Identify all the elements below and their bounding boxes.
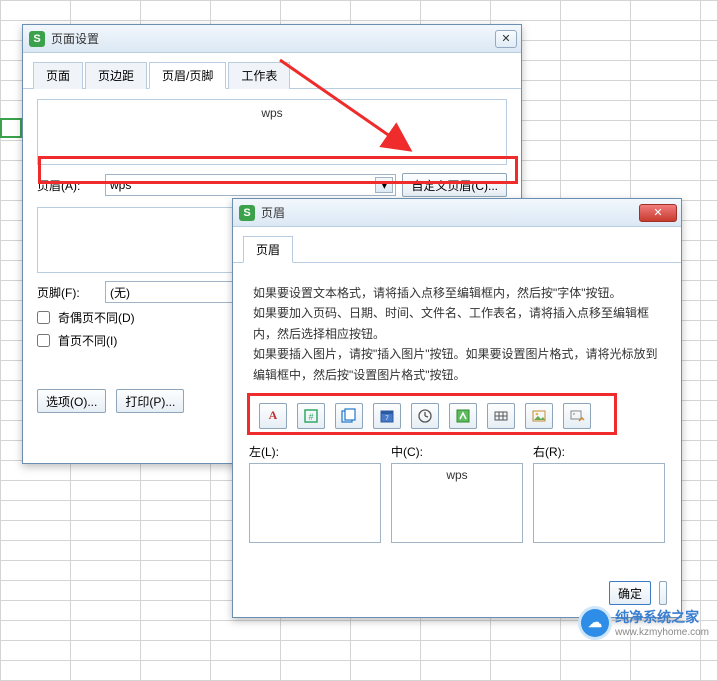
watermark-icon: ☁ — [581, 609, 609, 637]
header-three-columns: 左(L): 中(C): wps 右(R): — [249, 443, 665, 543]
watermark: ☁ 纯净系统之家 www.kzmyhome.com — [581, 607, 709, 638]
page-setup-tabs: 页面 页边距 页眉/页脚 工作表 — [23, 53, 521, 89]
odd-even-diff-label: 奇偶页不同(D) — [58, 309, 135, 326]
close-button[interactable]: ✕ — [639, 204, 677, 222]
first-page-diff-label: 首页不同(I) — [58, 332, 117, 349]
header-label: 页眉(A): — [37, 177, 99, 194]
left-edit-box[interactable] — [249, 463, 381, 543]
ok-button-label: 确定 — [618, 585, 642, 602]
footer-label: 页脚(F): — [37, 284, 99, 301]
instruction-line-2: 如果要加入页码、日期、时间、文件名、工作表名，请将插入点移至编辑框内，然后选择相… — [253, 306, 649, 340]
instruction-line-1: 如果要设置文本格式，请将插入点移至编辑框内，然后按"字体"按钮。 — [253, 286, 622, 300]
right-column: 右(R): — [533, 443, 665, 543]
tab-page[interactable]: 页面 — [33, 62, 83, 89]
header-dialog-footer: 确定 — [609, 581, 667, 605]
header-dialog-titlebar[interactable]: S 页眉 ✕ — [233, 199, 681, 227]
file-path-icon[interactable] — [449, 403, 477, 429]
header-dialog-tabs: 页眉 — [233, 227, 681, 263]
header-select-value: wps — [110, 178, 131, 192]
active-cell-outline — [0, 118, 22, 138]
insert-picture-icon[interactable] — [525, 403, 553, 429]
tab-header[interactable]: 页眉 — [243, 236, 293, 263]
center-column: 中(C): wps — [391, 443, 523, 543]
svg-text:#: # — [308, 412, 313, 422]
left-column: 左(L): — [249, 443, 381, 543]
page-setup-titlebar[interactable]: S 页面设置 ✕ — [23, 25, 521, 53]
header-preview-text: wps — [261, 106, 282, 120]
center-label: 中(C): — [391, 443, 523, 460]
custom-header-button[interactable]: 自定义页眉(C)... — [402, 173, 507, 197]
custom-header-button-label: 自定义页眉(C)... — [411, 177, 498, 194]
font-icon[interactable]: A — [259, 403, 287, 429]
header-toolbar: A # 7 — [249, 395, 665, 437]
format-picture-icon[interactable] — [563, 403, 591, 429]
center-edit-box[interactable]: wps — [391, 463, 523, 543]
wps-app-icon: S — [239, 205, 255, 221]
left-label: 左(L): — [249, 443, 381, 460]
first-page-diff-checkbox[interactable] — [37, 334, 50, 347]
footer-select-value: (无) — [110, 284, 130, 301]
header-dialog: S 页眉 ✕ 页眉 如果要设置文本格式，请将插入点移至编辑框内，然后按"字体"按… — [232, 198, 682, 618]
header-preview: wps — [37, 99, 507, 165]
date-icon[interactable]: 7 — [373, 403, 401, 429]
header-select[interactable]: wps ▾ — [105, 174, 396, 196]
time-icon[interactable] — [411, 403, 439, 429]
total-pages-icon[interactable] — [335, 403, 363, 429]
center-value: wps — [446, 468, 467, 482]
header-dialog-body: 如果要设置文本格式，请将插入点移至编辑框内，然后按"字体"按钮。 如果要加入页码… — [233, 263, 681, 555]
options-button-label: 选项(O)... — [46, 393, 97, 410]
watermark-text: 纯净系统之家 — [615, 609, 699, 625]
print-button-label: 打印(P)... — [125, 393, 175, 410]
tab-header-footer[interactable]: 页眉/页脚 — [149, 62, 226, 89]
watermark-url: www.kzmyhome.com — [615, 627, 709, 638]
sheet-name-icon[interactable] — [487, 403, 515, 429]
page-number-icon[interactable]: # — [297, 403, 325, 429]
options-button[interactable]: 选项(O)... — [37, 389, 106, 413]
odd-even-diff-checkbox[interactable] — [37, 311, 50, 324]
instruction-line-3: 如果要插入图片，请按"插入图片"按钮。如果要设置图片格式，请将光标放到编辑框中，… — [253, 347, 658, 381]
ok-button[interactable]: 确定 — [609, 581, 651, 605]
header-dialog-title: 页眉 — [261, 204, 637, 221]
wps-app-icon: S — [29, 31, 45, 47]
cancel-button-partial[interactable] — [659, 581, 667, 605]
tab-margins[interactable]: 页边距 — [85, 62, 147, 89]
right-edit-box[interactable] — [533, 463, 665, 543]
print-button[interactable]: 打印(P)... — [116, 389, 184, 413]
header-field-row: 页眉(A): wps ▾ 自定义页眉(C)... — [37, 173, 507, 197]
page-setup-title: 页面设置 — [51, 30, 493, 47]
right-label: 右(R): — [533, 443, 665, 460]
instruction-text: 如果要设置文本格式，请将插入点移至编辑框内，然后按"字体"按钮。 如果要加入页码… — [253, 283, 661, 385]
tab-worksheet[interactable]: 工作表 — [228, 62, 290, 89]
chevron-down-icon[interactable]: ▾ — [375, 177, 393, 193]
close-button[interactable]: ✕ — [495, 30, 517, 48]
